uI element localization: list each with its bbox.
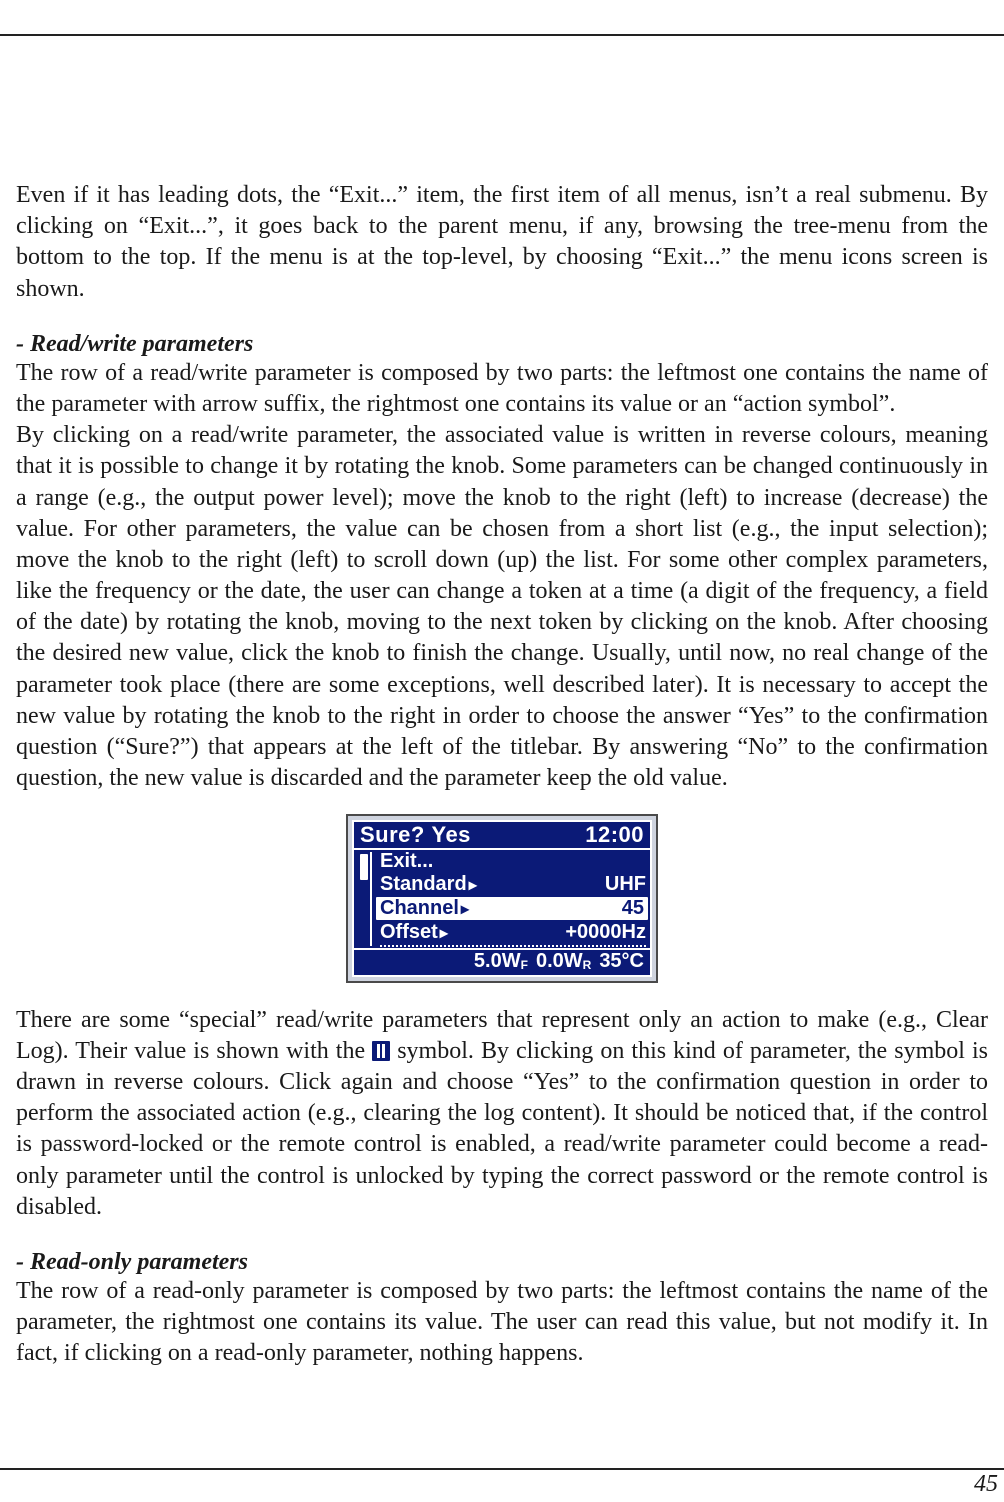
read-write-after-paragraph: There are some “special” read/write para… (16, 1005, 988, 1223)
document-page: Even if it has leading dots, the “Exit..… (0, 0, 1004, 1502)
read-write-paragraph: The row of a read/write parameter is com… (16, 358, 988, 795)
page-content: Even if it has leading dots, the “Exit..… (16, 180, 988, 1369)
lcd-row-standard: Standard▸ UHF (376, 873, 650, 896)
lcd-title-clock: 12:00 (585, 823, 644, 847)
read-only-paragraph: The row of a read-only parameter is comp… (16, 1276, 988, 1370)
lcd-status-ref: 0.0WR (536, 950, 591, 973)
heading-read-only: - Read-only parameters (16, 1249, 988, 1276)
lcd-rows: Exit... Standard▸ UHF Channel▸ 45 (376, 850, 650, 948)
lcd-body: Exit... Standard▸ UHF Channel▸ 45 (354, 848, 650, 950)
lcd-status-fwd: 5.0WF (474, 950, 528, 973)
lcd-title-left: Sure? Yes (360, 823, 471, 847)
bottom-divider (0, 1468, 1004, 1470)
lcd-scroll-thumb (360, 854, 368, 880)
lcd-row-exit: Exit... (376, 850, 650, 873)
arrow-icon: ▸ (440, 925, 448, 942)
lcd-row-offset: Offset▸ +0000Hz (376, 921, 650, 944)
heading-read-write: - Read/write parameters (16, 331, 988, 358)
top-divider (0, 34, 1004, 36)
lcd-status-temp: 35°C (599, 950, 644, 973)
lcd-scrollbar (358, 852, 372, 946)
page-number: 45 (974, 1471, 998, 1498)
lcd-figure: Sure? Yes 12:00 Exit... (346, 814, 658, 982)
intro-paragraph: Even if it has leading dots, the “Exit..… (16, 180, 988, 305)
lcd-statusbar: 5.0WF 0.0WR 35°C (354, 950, 650, 975)
lcd-dotted-divider (380, 945, 646, 947)
lcd-row-channel: Channel▸ 45 (376, 897, 648, 920)
lcd-titlebar: Sure? Yes 12:00 (354, 822, 650, 847)
lcd-screen: Sure? Yes 12:00 Exit... (352, 820, 652, 976)
arrow-icon: ▸ (461, 901, 469, 918)
arrow-icon: ▸ (469, 877, 477, 894)
action-symbol-icon (372, 1041, 390, 1061)
